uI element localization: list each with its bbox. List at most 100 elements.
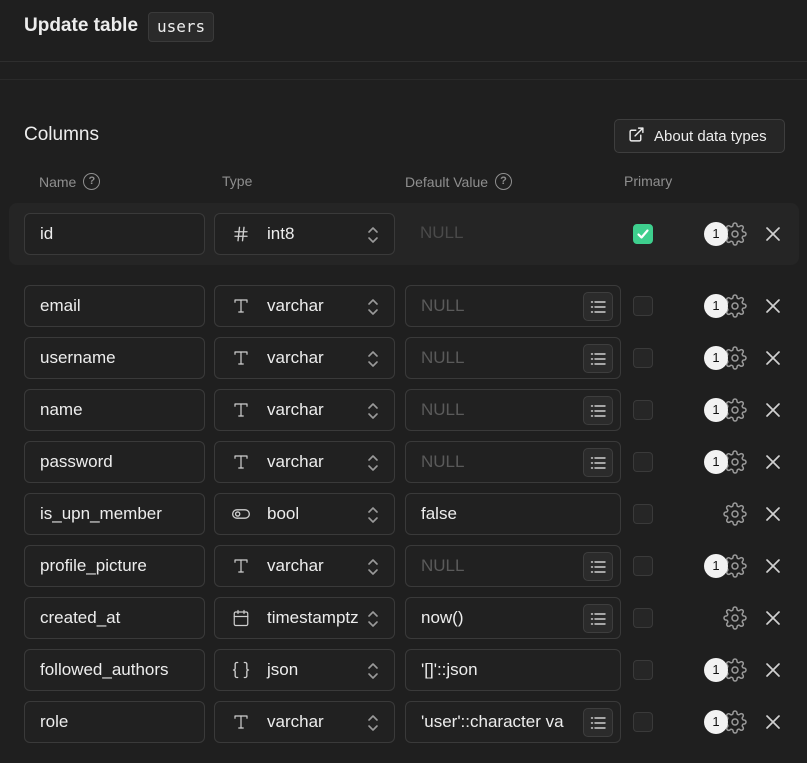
close-icon[interactable]: [764, 401, 782, 419]
primary-key-checkbox[interactable]: [633, 224, 653, 244]
default-value-input[interactable]: NULL: [405, 389, 621, 431]
primary-key-checkbox[interactable]: [633, 504, 653, 524]
column-row-role: role varchar 'user'::character va 1: [0, 701, 807, 743]
external-link-icon: [628, 126, 645, 147]
help-icon[interactable]: ?: [83, 173, 101, 190]
text-icon: [231, 400, 251, 420]
column-name-input[interactable]: id: [24, 213, 205, 255]
column-type-select[interactable]: varchar: [214, 441, 395, 483]
count-badge: 1: [704, 554, 728, 578]
column-type-label: bool: [267, 504, 300, 523]
column-type-select[interactable]: bool: [214, 493, 395, 535]
primary-key-checkbox[interactable]: [633, 452, 653, 472]
column-type-label: int8: [267, 224, 295, 243]
column-name-input[interactable]: role: [24, 701, 205, 743]
default-value-input[interactable]: false: [405, 493, 621, 535]
default-value-input[interactable]: NULL: [405, 285, 621, 327]
close-icon[interactable]: [764, 557, 782, 575]
primary-key-checkbox[interactable]: [633, 556, 653, 576]
default-value-input[interactable]: '[]'::json: [405, 649, 621, 691]
column-type-label: varchar: [267, 556, 324, 575]
column-name-input[interactable]: email: [24, 285, 205, 327]
column-name-input[interactable]: username: [24, 337, 205, 379]
suggestions-list-button[interactable]: [583, 552, 613, 581]
default-value-input[interactable]: now(): [405, 597, 621, 639]
suggestions-list-button[interactable]: [583, 396, 613, 425]
gear-icon[interactable]: [723, 502, 747, 526]
column-name-input[interactable]: followed_authors: [24, 649, 205, 691]
suggestions-list-button[interactable]: [583, 708, 613, 737]
close-icon[interactable]: [764, 661, 782, 679]
default-value-input[interactable]: 'user'::character va: [405, 701, 621, 743]
column-row-is-upn-member: is_upn_member bool false: [0, 493, 807, 535]
header-primary-label: Primary: [624, 173, 673, 189]
help-icon[interactable]: ?: [495, 173, 513, 190]
column-type-label: varchar: [267, 348, 324, 367]
close-icon[interactable]: [764, 297, 782, 315]
column-type-label: varchar: [267, 296, 324, 315]
close-icon[interactable]: [764, 713, 782, 731]
divider: [0, 79, 807, 80]
chevron-up-down-icon: [366, 453, 380, 478]
column-row-followed-authors: followed_authors json '[]'::json 1: [0, 649, 807, 691]
column-type-select[interactable]: int8: [214, 213, 395, 255]
default-value-text: NULL: [421, 348, 465, 367]
chevron-up-down-icon: [366, 297, 380, 322]
suggestions-list-button[interactable]: [583, 292, 613, 321]
primary-key-checkbox[interactable]: [633, 712, 653, 732]
close-icon[interactable]: [764, 225, 782, 243]
primary-key-checkbox[interactable]: [633, 608, 653, 628]
column-row-id: id int8 NULL 1: [0, 213, 807, 255]
column-type-label: timestamptz: [267, 608, 359, 627]
column-row-created-at: created_at timestamptz now(): [0, 597, 807, 639]
default-value-input[interactable]: NULL: [405, 441, 621, 483]
default-value-input[interactable]: NULL: [405, 545, 621, 587]
default-value-text: NULL: [421, 452, 465, 471]
chevron-up-down-icon: [366, 609, 380, 634]
gear-icon[interactable]: [723, 606, 747, 630]
column-type-select[interactable]: timestamptz: [214, 597, 395, 639]
default-value-text: NULL: [421, 400, 465, 419]
close-icon[interactable]: [764, 349, 782, 367]
default-value-text: false: [421, 504, 457, 523]
text-icon: [231, 452, 251, 472]
column-header-primary: Primary: [624, 173, 672, 189]
columns-section-title: Columns: [24, 124, 99, 145]
suggestions-list-button[interactable]: [583, 604, 613, 633]
column-name-input[interactable]: is_upn_member: [24, 493, 205, 535]
column-name-input[interactable]: created_at: [24, 597, 205, 639]
chevron-up-down-icon: [366, 661, 380, 686]
close-icon[interactable]: [764, 505, 782, 523]
column-type-select[interactable]: json: [214, 649, 395, 691]
column-name-input[interactable]: password: [24, 441, 205, 483]
column-name-input[interactable]: name: [24, 389, 205, 431]
column-row-username: username varchar NULL 1: [0, 337, 807, 379]
about-data-types-button[interactable]: About data types: [614, 119, 785, 153]
column-name-input[interactable]: profile_picture: [24, 545, 205, 587]
column-type-label: varchar: [267, 452, 324, 471]
column-type-select[interactable]: varchar: [214, 701, 395, 743]
column-type-select[interactable]: varchar: [214, 285, 395, 327]
count-badge: 1: [704, 450, 728, 474]
default-value-input[interactable]: NULL: [405, 337, 621, 379]
primary-key-checkbox[interactable]: [633, 400, 653, 420]
primary-key-checkbox[interactable]: [633, 348, 653, 368]
suggestions-list-button[interactable]: [583, 344, 613, 373]
list-icon: [590, 612, 606, 626]
column-row-profile-picture: profile_picture varchar NULL 1: [0, 545, 807, 587]
count-badge: 1: [704, 658, 728, 682]
column-type-select[interactable]: varchar: [214, 389, 395, 431]
column-type-select[interactable]: varchar: [214, 545, 395, 587]
column-type-select[interactable]: varchar: [214, 337, 395, 379]
default-value-input[interactable]: NULL: [405, 213, 621, 255]
table-name-chip: users: [148, 12, 215, 42]
primary-key-checkbox[interactable]: [633, 660, 653, 680]
suggestions-list-button[interactable]: [583, 448, 613, 477]
close-icon[interactable]: [764, 609, 782, 627]
column-type-label: varchar: [267, 712, 324, 731]
close-icon[interactable]: [764, 453, 782, 471]
primary-key-checkbox[interactable]: [633, 296, 653, 316]
column-row-email: email varchar NULL 1: [0, 285, 807, 327]
default-value-text: now(): [421, 608, 464, 627]
count-badge: 1: [704, 710, 728, 734]
